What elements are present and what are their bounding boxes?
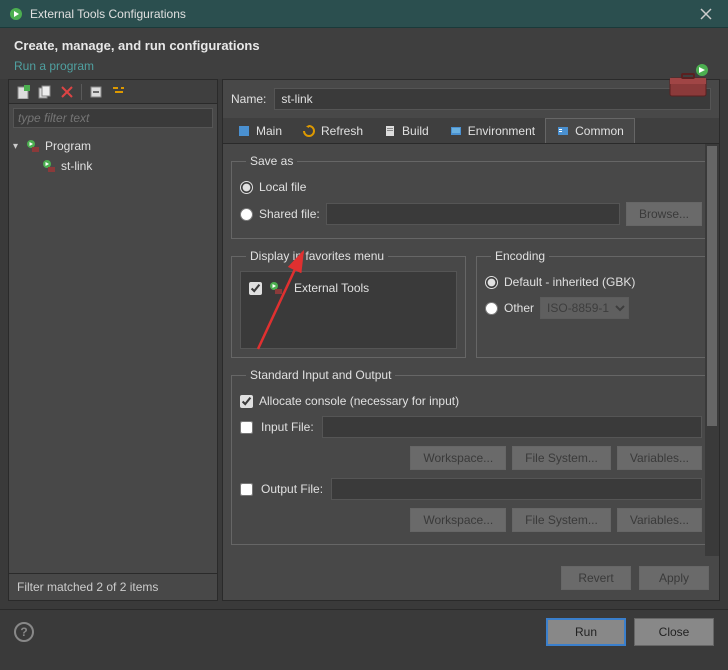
tree-item-stlink[interactable]: st-link xyxy=(13,156,213,176)
apply-button: Apply xyxy=(639,566,709,590)
encoding-group: Encoding Default - inherited (GBK) Other… xyxy=(476,249,711,358)
filter-icon[interactable] xyxy=(108,82,128,102)
header-title: Create, manage, and run configurations xyxy=(14,38,714,53)
output-file-checkbox[interactable] xyxy=(240,483,253,496)
new-config-icon[interactable] xyxy=(13,82,33,102)
tree-child-label: st-link xyxy=(61,159,92,173)
shared-file-input xyxy=(326,203,620,225)
collapse-all-icon[interactable] xyxy=(86,82,106,102)
app-icon xyxy=(8,6,24,22)
local-file-radio[interactable] xyxy=(240,181,253,194)
window-title: External Tools Configurations xyxy=(30,7,692,21)
encoding-default-radio[interactable] xyxy=(485,276,498,289)
input-filesystem-button: File System... xyxy=(512,446,611,470)
tab-content-common: Save as Local file Shared file: Browse..… xyxy=(223,144,719,556)
allocate-console-checkbox[interactable] xyxy=(240,395,253,408)
scrollbar-thumb[interactable] xyxy=(707,146,717,426)
build-tab-icon xyxy=(383,124,397,138)
input-file-label: Input File: xyxy=(261,420,314,434)
common-tab-icon xyxy=(556,124,570,138)
program-icon xyxy=(25,138,41,154)
encoding-default-label: Default - inherited (GBK) xyxy=(504,275,635,289)
name-input[interactable] xyxy=(274,88,711,110)
encoding-select: ISO-8859-1 xyxy=(540,297,629,319)
left-panel: ▾ Program st-link Filter matched 2 of 2 … xyxy=(8,79,218,601)
main-content: ▾ Program st-link Filter matched 2 of 2 … xyxy=(0,79,728,609)
output-file-input xyxy=(331,478,702,500)
output-variables-button: Variables... xyxy=(617,508,702,532)
input-variables-button: Variables... xyxy=(617,446,702,470)
config-tree: ▾ Program st-link xyxy=(9,132,217,573)
filter-status: Filter matched 2 of 2 items xyxy=(9,573,217,600)
favorites-legend: Display in favorites menu xyxy=(246,249,388,263)
panel-actions: Revert Apply xyxy=(223,556,719,600)
filter-input[interactable] xyxy=(13,108,213,128)
tab-refresh[interactable]: Refresh xyxy=(292,118,373,143)
help-icon[interactable]: ? xyxy=(14,622,34,642)
tree-root-program[interactable]: ▾ Program xyxy=(13,136,213,156)
right-panel: Name: Main Refresh Build Environment xyxy=(222,79,720,601)
input-workspace-button: Workspace... xyxy=(410,446,506,470)
encoding-legend: Encoding xyxy=(491,249,549,263)
shared-file-label: Shared file: xyxy=(259,207,320,221)
tab-main[interactable]: Main xyxy=(227,118,292,143)
delete-icon[interactable] xyxy=(57,82,77,102)
input-file-input xyxy=(322,416,702,438)
local-file-label: Local file xyxy=(259,180,306,194)
output-file-label: Output File: xyxy=(261,482,323,496)
encoding-other-label: Other xyxy=(504,301,534,315)
run-button[interactable]: Run xyxy=(546,618,626,646)
revert-button: Revert xyxy=(561,566,631,590)
close-icon[interactable] xyxy=(692,0,720,28)
save-as-legend: Save as xyxy=(246,154,297,168)
favorites-group: Display in favorites menu External Tools xyxy=(231,249,466,358)
name-row: Name: xyxy=(223,80,719,118)
duplicate-icon[interactable] xyxy=(35,82,55,102)
shared-file-radio[interactable] xyxy=(240,208,253,221)
environment-tab-icon xyxy=(449,124,463,138)
browse-button: Browse... xyxy=(626,202,702,226)
refresh-tab-icon xyxy=(302,124,316,138)
external-tools-label: External Tools xyxy=(294,281,369,295)
io-group: Standard Input and Output Allocate conso… xyxy=(231,368,711,545)
name-label: Name: xyxy=(231,92,266,106)
input-file-checkbox[interactable] xyxy=(240,421,253,434)
tab-common[interactable]: Common xyxy=(545,118,635,143)
tabs: Main Refresh Build Environment Common xyxy=(223,118,719,144)
allocate-console-label: Allocate console (necessary for input) xyxy=(259,394,459,408)
save-as-group: Save as Local file Shared file: Browse..… xyxy=(231,154,711,239)
footer: ? Run Close xyxy=(0,609,728,654)
titlebar: External Tools Configurations xyxy=(0,0,728,28)
vertical-scrollbar[interactable] xyxy=(705,144,719,556)
external-tools-icon xyxy=(268,280,284,296)
external-tools-checkbox[interactable] xyxy=(249,282,262,295)
close-button[interactable]: Close xyxy=(634,618,714,646)
tab-environment[interactable]: Environment xyxy=(439,118,545,143)
program-icon xyxy=(41,158,57,174)
header-subtitle: Run a program xyxy=(14,59,714,73)
tree-expand-icon[interactable]: ▾ xyxy=(13,141,25,152)
output-workspace-button: Workspace... xyxy=(410,508,506,532)
left-toolbar xyxy=(9,80,217,104)
main-tab-icon xyxy=(237,124,251,138)
header-toolbox-icon xyxy=(666,64,710,101)
tab-build[interactable]: Build xyxy=(373,118,439,143)
encoding-other-radio[interactable] xyxy=(485,302,498,315)
header: Create, manage, and run configurations R… xyxy=(0,28,728,79)
toolbar-separator xyxy=(81,84,82,100)
output-filesystem-button: File System... xyxy=(512,508,611,532)
tree-root-label: Program xyxy=(45,139,91,153)
io-legend: Standard Input and Output xyxy=(246,368,395,382)
